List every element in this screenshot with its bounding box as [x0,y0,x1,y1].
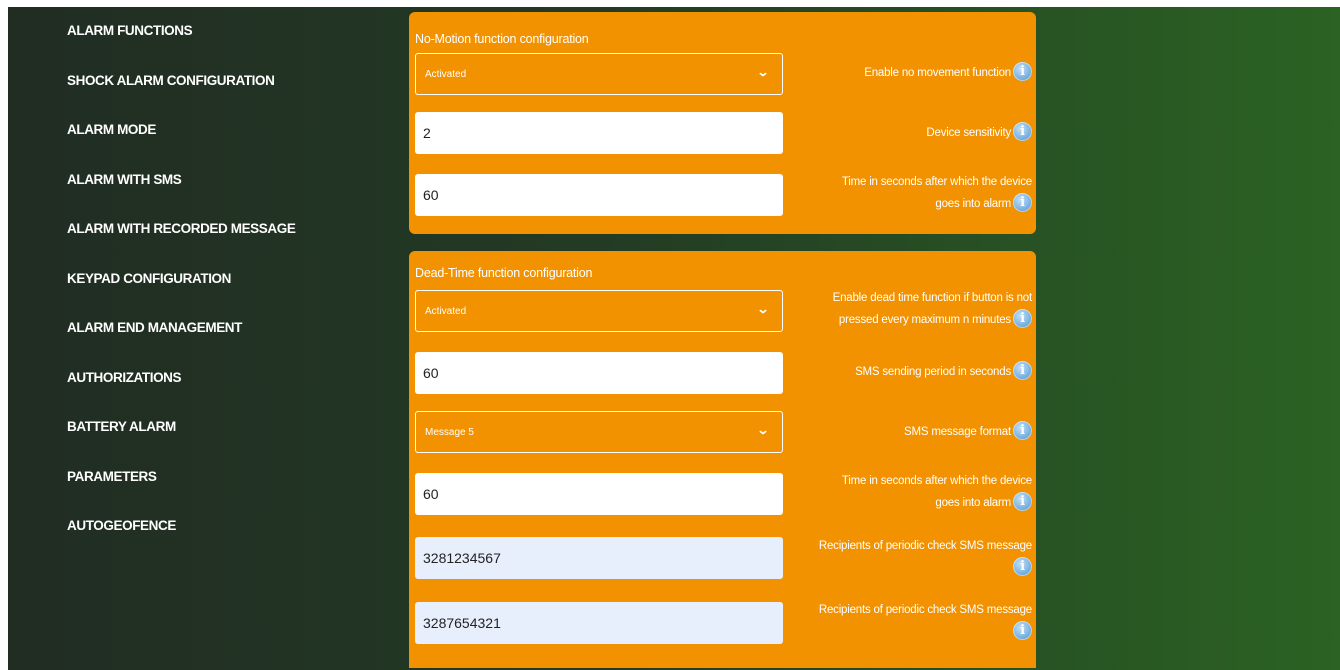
sidebar-item-alarm-end-management[interactable]: ALARM END MANAGEMENT [67,320,367,370]
sms-period-input[interactable] [415,352,783,394]
info-icon[interactable]: i [1013,621,1032,641]
sidebar-item-autogeofence[interactable]: AUTOGEOFENCE [67,518,367,568]
dead-time-enable-value: Activated [425,306,467,317]
no-motion-alarm-time-label-line1: Time in seconds after which the device [841,176,1032,188]
no-motion-enable-select[interactable]: Activated ⌄ [415,53,783,95]
info-icon[interactable]: i [1013,361,1032,381]
dead-time-enable-select[interactable]: Activated ⌄ [415,290,783,332]
sms-format-value: Message 5 [425,427,474,438]
sidebar-item-keypad-configuration[interactable]: KEYPAD CONFIGURATION [67,271,367,321]
dead-time-alarm-time-input[interactable] [415,473,783,515]
info-icon[interactable]: i [1013,122,1032,142]
no-motion-alarm-time-label-line2: goes into alarm [935,198,1011,210]
sidebar-item-authorizations[interactable]: AUTHORIZATIONS [67,370,367,420]
no-motion-alarm-time-label: Time in seconds after which the device g… [780,171,1032,215]
info-icon[interactable]: i [1013,309,1032,329]
sidebar-item-shock-alarm-configuration[interactable]: SHOCK ALARM CONFIGURATION [67,73,367,123]
sidebar-item-parameters[interactable]: PARAMETERS [67,469,367,519]
chevron-down-icon: ⌄ [756,423,770,437]
no-motion-alarm-time-input[interactable] [415,174,783,216]
info-icon[interactable]: i [1013,421,1032,441]
dead-time-enable-label-line2: pressed every maximum n minutes [838,314,1011,326]
recipient-1-input[interactable] [415,537,783,579]
sidebar-item-alarm-with-recorded-message[interactable]: ALARM WITH RECORDED MESSAGE [67,221,367,271]
sms-format-label: SMS message format i [780,421,1032,443]
recipient-1-label: Recipients of periodic check SMS message… [780,535,1032,579]
dead-time-enable-label: Enable dead time function if button is n… [780,287,1032,331]
no-motion-panel: No-Motion function configuration Activat… [409,12,1036,234]
sms-format-select[interactable]: Message 5 ⌄ [415,411,783,453]
sidebar-item-alarm-mode[interactable]: ALARM MODE [67,122,367,172]
dead-time-panel-title: Dead-Time function configuration [415,266,593,280]
info-icon[interactable]: i [1013,62,1032,82]
sidebar-item-battery-alarm[interactable]: BATTERY ALARM [67,419,367,469]
recipient-2-input[interactable] [415,602,783,644]
sms-period-label-text: SMS sending period in seconds [855,366,1011,378]
info-icon[interactable]: i [1013,193,1032,213]
chevron-down-icon: ⌄ [756,65,770,79]
dead-time-alarm-time-label: Time in seconds after which the device g… [780,470,1032,514]
page-frame: ALARM FUNCTIONS SHOCK ALARM CONFIGURATIO… [8,7,1340,670]
sidebar-item-alarm-with-sms[interactable]: ALARM WITH SMS [67,172,367,222]
recipient-2-label: Recipients of periodic check SMS message… [780,599,1032,643]
recipient-2-label-text: Recipients of periodic check SMS message [818,604,1032,616]
dead-time-alarm-time-label-line1: Time in seconds after which the device [841,475,1032,487]
no-motion-enable-label-text: Enable no movement function [864,67,1011,79]
sms-format-label-text: SMS message format [904,426,1011,438]
sidebar-item-alarm-functions[interactable]: ALARM FUNCTIONS [67,23,367,73]
dead-time-panel: Dead-Time function configuration Activat… [409,251,1036,668]
sidebar-menu: ALARM FUNCTIONS SHOCK ALARM CONFIGURATIO… [67,23,367,568]
sensitivity-input[interactable] [415,112,783,154]
info-icon[interactable]: i [1013,557,1032,577]
dead-time-enable-label-line1: Enable dead time function if button is n… [832,292,1033,304]
chevron-down-icon: ⌄ [756,302,770,316]
sms-period-label: SMS sending period in seconds i [780,361,1032,383]
no-motion-enable-label: Enable no movement function i [780,62,1032,84]
no-motion-panel-title: No-Motion function configuration [415,32,589,46]
sensitivity-label-text: Device sensitivity [926,127,1011,139]
sensitivity-label: Device sensitivity i [780,122,1032,144]
recipient-1-label-text: Recipients of periodic check SMS message [818,540,1032,552]
dead-time-alarm-time-label-line2: goes into alarm [935,497,1011,509]
no-motion-enable-value: Activated [425,69,467,80]
info-icon[interactable]: i [1013,492,1032,512]
